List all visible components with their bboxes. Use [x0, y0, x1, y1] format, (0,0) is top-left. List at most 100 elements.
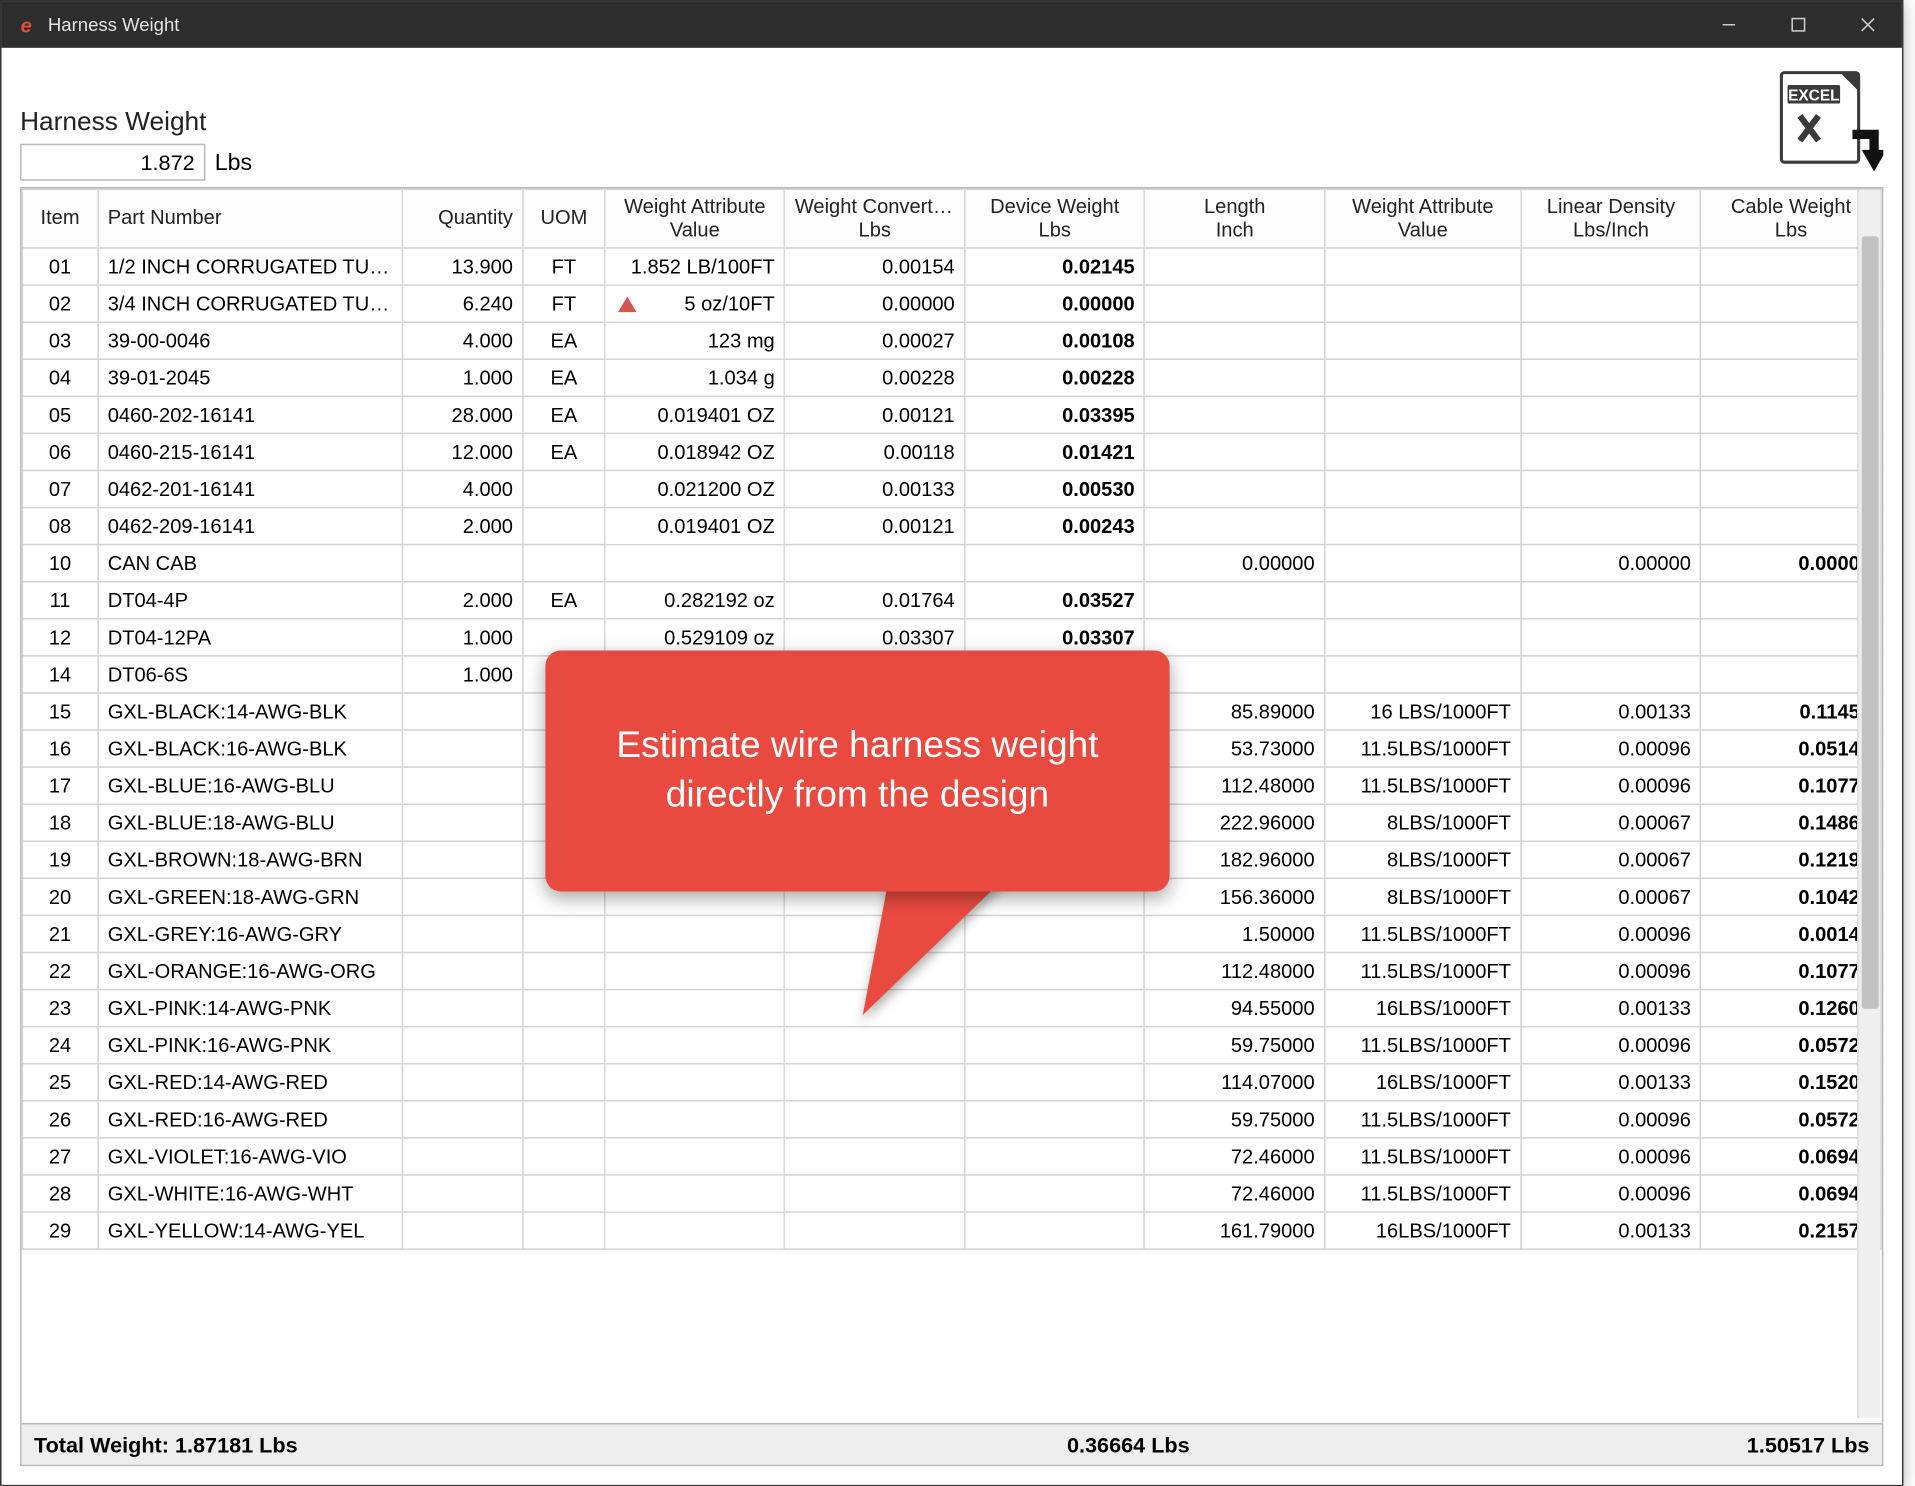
col-item[interactable]: Item	[22, 189, 97, 248]
table-row[interactable]: 0439-01-20451.000EA1.034 g0.002280.00228	[22, 359, 1881, 396]
cell-wcl	[785, 1175, 965, 1212]
table-row[interactable]: 023/4 INCH CORRUGATED TUBE6.240FT5 oz/10…	[22, 285, 1881, 322]
cell-ld: 0.00096	[1521, 730, 1701, 767]
cell-cwl: 0.00144	[1701, 915, 1881, 952]
cell-item: 29	[22, 1212, 97, 1249]
cell-cwl	[1701, 322, 1881, 359]
cell-qty	[402, 1027, 523, 1064]
cell-wav	[605, 952, 785, 989]
app-icon: e	[14, 12, 39, 37]
total-weight-input[interactable]	[20, 144, 205, 181]
cell-len	[1145, 396, 1325, 433]
cell-item: 27	[22, 1138, 97, 1175]
cell-wav: 0.021200 OZ	[605, 470, 785, 507]
cell-wav	[605, 1064, 785, 1101]
cell-len: 85.89000	[1145, 693, 1325, 730]
cell-qty	[402, 730, 523, 767]
cell-wav2	[1325, 656, 1521, 693]
col-length[interactable]: LengthInch	[1145, 189, 1325, 248]
table-row[interactable]: 080462-209-161412.0000.019401 OZ0.001210…	[22, 508, 1881, 545]
cell-ld: 0.00096	[1521, 1175, 1701, 1212]
col-weight-attr-value[interactable]: Weight AttributeValue	[605, 189, 785, 248]
table-row[interactable]: 060460-215-1614112.000EA0.018942 OZ0.001…	[22, 433, 1881, 470]
cell-cwl: 0.05149	[1701, 730, 1881, 767]
cell-cwl	[1701, 582, 1881, 619]
maximize-button[interactable]	[1763, 2, 1833, 48]
cell-part: 39-00-0046	[98, 322, 402, 359]
cell-wav2: 16 LBS/1000FT	[1325, 693, 1521, 730]
cell-wav2: 11.5LBS/1000FT	[1325, 1175, 1521, 1212]
cell-len	[1145, 656, 1325, 693]
cell-wcl: 0.01764	[785, 582, 965, 619]
cell-uom: EA	[523, 359, 605, 396]
cell-item: 17	[22, 767, 97, 804]
table-row[interactable]: 050460-202-1614128.000EA0.019401 OZ0.001…	[22, 396, 1881, 433]
cell-wcl: 0.00000	[785, 285, 965, 322]
cell-item: 12	[22, 619, 97, 656]
scrollbar-thumb[interactable]	[1862, 236, 1879, 1008]
cell-part: GXL-RED:16-AWG-RED	[98, 1101, 402, 1138]
cell-len: 182.96000	[1145, 841, 1325, 878]
cell-cwl	[1701, 470, 1881, 507]
cell-wav2	[1325, 433, 1521, 470]
cell-part: 3/4 INCH CORRUGATED TUBE	[98, 285, 402, 322]
col-quantity[interactable]: Quantity	[402, 189, 523, 248]
cell-wav2: 16LBS/1000FT	[1325, 990, 1521, 1027]
cell-cwl: 0.05726	[1701, 1027, 1881, 1064]
table-row[interactable]: 27GXL-VIOLET:16-AWG-VIO72.4600011.5LBS/1…	[22, 1138, 1881, 1175]
minimize-button[interactable]	[1693, 2, 1763, 48]
cell-item: 05	[22, 396, 97, 433]
cell-ld	[1521, 582, 1701, 619]
cell-part: GXL-BLUE:18-AWG-BLU	[98, 804, 402, 841]
cell-dwl	[965, 545, 1145, 582]
table-row[interactable]: 10CAN CAB0.000000.000000.00000	[22, 545, 1881, 582]
cell-ld: 0.00133	[1521, 1064, 1701, 1101]
cell-part: GXL-BROWN:18-AWG-BRN	[98, 841, 402, 878]
export-excel-button[interactable]: EXCEL	[1769, 63, 1883, 177]
col-cable-weight[interactable]: Cable WeightLbs	[1701, 189, 1881, 248]
cell-len: 59.75000	[1145, 1027, 1325, 1064]
col-weight-converted[interactable]: Weight ConvertedLbs	[785, 189, 965, 248]
table-row[interactable]: 011/2 INCH CORRUGATED TUBE13.900FT1.852 …	[22, 248, 1881, 285]
cell-wcl	[785, 1064, 965, 1101]
col-uom[interactable]: UOM	[523, 189, 605, 248]
cell-uom	[523, 508, 605, 545]
cell-part: CAN CAB	[98, 545, 402, 582]
cell-len: 53.73000	[1145, 730, 1325, 767]
cell-wav2	[1325, 545, 1521, 582]
cell-len: 72.46000	[1145, 1175, 1325, 1212]
table-row[interactable]: 26GXL-RED:16-AWG-RED59.7500011.5LBS/1000…	[22, 1101, 1881, 1138]
close-button[interactable]	[1832, 2, 1902, 48]
table-row[interactable]: 11DT04-4P2.000EA0.282192 oz0.017640.0352…	[22, 582, 1881, 619]
col-weight-attr-value-2[interactable]: Weight AttributeValue	[1325, 189, 1521, 248]
col-device-weight[interactable]: Device WeightLbs	[965, 189, 1145, 248]
cell-dwl: 0.03527	[965, 582, 1145, 619]
cell-wav: 1.034 g	[605, 359, 785, 396]
table-row[interactable]: 070462-201-161414.0000.021200 OZ0.001330…	[22, 470, 1881, 507]
cell-cwl: 0.12197	[1701, 841, 1881, 878]
cell-dwl: 0.03395	[965, 396, 1145, 433]
table-row[interactable]: 25GXL-RED:14-AWG-RED114.0700016LBS/1000F…	[22, 1064, 1881, 1101]
cell-ld: 0.00096	[1521, 767, 1701, 804]
table-row[interactable]: 28GXL-WHITE:16-AWG-WHT72.4600011.5LBS/10…	[22, 1175, 1881, 1212]
cell-uom: FT	[523, 285, 605, 322]
table-row[interactable]: 24GXL-PINK:16-AWG-PNK59.7500011.5LBS/100…	[22, 1027, 1881, 1064]
cell-item: 18	[22, 804, 97, 841]
cell-ld	[1521, 248, 1701, 285]
cell-qty	[402, 693, 523, 730]
cell-len	[1145, 248, 1325, 285]
cell-qty	[402, 1212, 523, 1249]
cell-wav2: 11.5LBS/1000FT	[1325, 730, 1521, 767]
vertical-scrollbar[interactable]	[1857, 190, 1880, 1418]
cell-item: 07	[22, 470, 97, 507]
cell-wav	[605, 1212, 785, 1249]
cell-uom: EA	[523, 322, 605, 359]
cell-dwl	[965, 1138, 1145, 1175]
col-part-number[interactable]: Part Number	[98, 189, 402, 248]
table-row[interactable]: 29GXL-YELLOW:14-AWG-YEL161.7900016LBS/10…	[22, 1212, 1881, 1249]
col-linear-density[interactable]: Linear DensityLbs/Inch	[1521, 189, 1701, 248]
cell-wav2	[1325, 285, 1521, 322]
table-row[interactable]: 0339-00-00464.000EA123 mg0.000270.00108	[22, 322, 1881, 359]
cell-item: 20	[22, 878, 97, 915]
cell-item: 22	[22, 952, 97, 989]
